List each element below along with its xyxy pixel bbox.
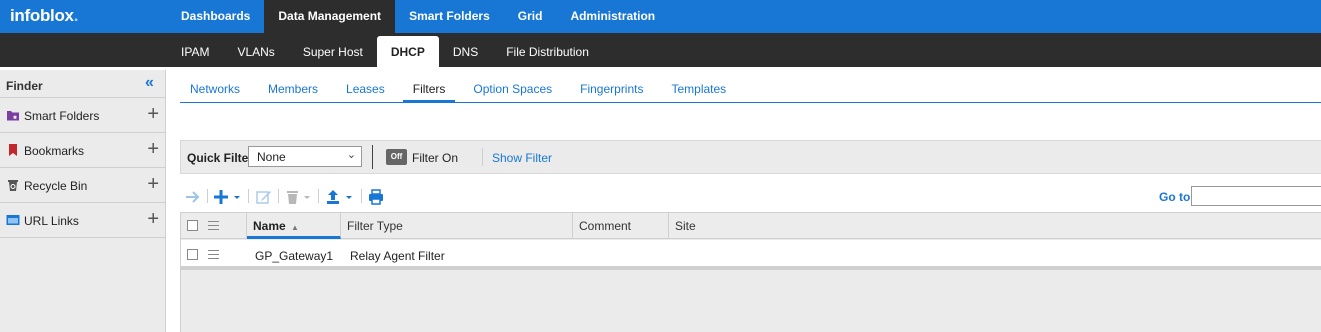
add-recycle-bin-icon[interactable]: + [147, 174, 159, 194]
top-nav-dashboards[interactable]: Dashboards [167, 0, 264, 33]
recycle-bin-icon [8, 180, 18, 191]
sub-nav-dhcp[interactable]: DHCP [376, 36, 439, 67]
row-menu-icon[interactable] [208, 250, 219, 259]
show-filter-link[interactable]: Show Filter [492, 151, 552, 165]
add-smart-folder-icon[interactable]: + [147, 104, 159, 124]
tab-members[interactable]: Members [258, 78, 328, 103]
delete-icon[interactable] [286, 188, 312, 206]
toolbar-divider [361, 189, 362, 203]
column-header-name[interactable]: Name ▲ [247, 213, 341, 239]
collapse-double-chevron-icon[interactable]: « [145, 75, 159, 91]
bookmark-icon [9, 144, 17, 156]
sub-nav-ipam[interactable]: IPAM [167, 33, 223, 67]
column-header-site[interactable]: Site [669, 213, 1321, 239]
url-links-icon [6, 215, 20, 225]
tab-filters[interactable]: Filters [402, 78, 456, 103]
sub-nav-super-host[interactable]: Super Host [289, 33, 377, 67]
filter-divider [482, 148, 483, 166]
filter-state-label: Filter On [412, 151, 459, 165]
tab-fingerprints[interactable]: Fingerprints [570, 78, 653, 103]
top-nav-data-management[interactable]: Data Management [264, 0, 396, 33]
column-header-filter-type[interactable]: Filter Type [341, 213, 573, 239]
finder-panel: Finder « Smart Folders + Bookmarks + Rec… [0, 70, 166, 332]
top-nav-grid[interactable]: Grid [504, 0, 557, 33]
finder-item-smart-folders[interactable]: Smart Folders + [0, 98, 165, 133]
chevron-down-icon: ⌄ [346, 149, 356, 161]
grid-header-controls [181, 213, 247, 239]
table-row[interactable]: GP_Gateway1 Relay Agent Filter [181, 240, 1321, 270]
top-nav: Dashboards Data Management Smart Folders… [167, 0, 669, 33]
tab-networks[interactable]: Networks [180, 78, 250, 103]
grid-header: Name ▲ Filter Type Comment Site [181, 212, 1321, 239]
tabs-divider [180, 102, 1321, 103]
finder-item-label: Recycle Bin [24, 179, 88, 193]
sub-nav-bar: IPAM VLANs Super Host DHCP DNS File Dist… [0, 33, 1321, 67]
dhcp-tabs: Networks Members Leases Filters Option S… [180, 78, 744, 103]
quick-filter-label: Quick Filter [187, 151, 254, 165]
tab-option-spaces[interactable]: Option Spaces [463, 78, 562, 103]
finder-title: Finder [6, 79, 43, 93]
print-icon[interactable] [368, 188, 384, 206]
top-nav-administration[interactable]: Administration [556, 0, 669, 33]
column-header-label: Name [253, 219, 286, 233]
row-checkbox[interactable] [187, 249, 198, 260]
finder-item-label: URL Links [24, 214, 79, 228]
sub-nav-file-distribution[interactable]: File Distribution [492, 33, 603, 67]
quick-filter-select[interactable]: None ⌄ [248, 146, 362, 167]
smart-folder-icon [7, 111, 19, 121]
filter-divider [372, 145, 373, 169]
cell-filter-type: Relay Agent Filter [350, 249, 445, 263]
top-nav-bar: infoblox. Dashboards Data Management Sma… [0, 0, 1321, 33]
filter-toggle[interactable]: Off [386, 149, 407, 165]
goto-input[interactable] [1191, 186, 1321, 206]
tab-templates[interactable]: Templates [661, 78, 736, 103]
toolbar-divider [278, 189, 279, 203]
sub-nav-vlans[interactable]: VLANs [223, 33, 288, 67]
toolbar-divider [318, 189, 319, 203]
top-nav-smart-folders[interactable]: Smart Folders [395, 0, 504, 33]
sort-ascending-icon: ▲ [291, 223, 299, 232]
sub-nav-dns[interactable]: DNS [439, 33, 492, 67]
cell-name: GP_Gateway1 [255, 249, 334, 263]
finder-item-url-links[interactable]: URL Links + [0, 203, 165, 238]
finder-item-label: Bookmarks [24, 144, 85, 158]
finder-item-label: Smart Folders [24, 109, 100, 123]
add-bookmark-icon[interactable]: + [147, 139, 159, 159]
quick-filter-bar: Quick Filter None ⌄ Off Filter On Show F… [180, 140, 1321, 174]
export-icon[interactable] [326, 188, 354, 206]
add-url-link-icon[interactable]: + [147, 209, 159, 229]
sub-nav: IPAM VLANs Super Host DHCP DNS File Dist… [167, 33, 603, 67]
toolbar-divider [207, 189, 208, 203]
tab-leases[interactable]: Leases [336, 78, 395, 103]
quick-filter-value: None [257, 150, 286, 164]
finder-item-bookmarks[interactable]: Bookmarks + [0, 133, 165, 168]
finder-header: Finder « [0, 70, 165, 98]
grid-toolbar: Go to [180, 186, 1321, 208]
arrow-right-icon[interactable] [185, 188, 201, 206]
add-icon[interactable] [214, 188, 242, 206]
column-header-comment[interactable]: Comment [573, 213, 669, 239]
filters-grid: Name ▲ Filter Type Comment Site GP_Gatew… [180, 212, 1321, 332]
finder-item-recycle-bin[interactable]: Recycle Bin + [0, 168, 165, 203]
edit-icon[interactable] [256, 188, 272, 206]
goto-label: Go to [1159, 190, 1191, 204]
toolbar-divider [248, 189, 249, 203]
infoblox-logo[interactable]: infoblox. [10, 6, 78, 26]
